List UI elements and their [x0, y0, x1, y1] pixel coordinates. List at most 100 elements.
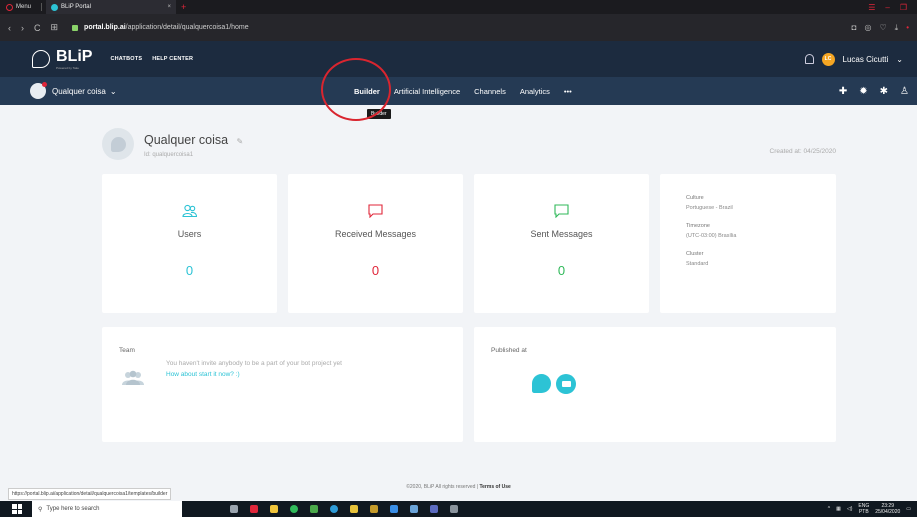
sent-messages-value: 0: [557, 263, 566, 278]
invite-team-link[interactable]: How about start it now? :): [166, 371, 240, 378]
spotify-icon[interactable]: [290, 505, 298, 513]
minimize-icon[interactable]: –: [885, 3, 889, 12]
received-messages-card: Received Messages 0: [288, 174, 463, 313]
tab-analytics[interactable]: Analytics: [520, 87, 550, 96]
game-icon[interactable]: [370, 505, 378, 513]
tab-blip-portal[interactable]: BLiP Portal ×: [46, 0, 177, 14]
browser-status-url: https://portal.blip.ai/application/detai…: [8, 488, 172, 500]
window-controls: ☰ – ❐: [868, 3, 917, 12]
cluster-label: Cluster: [686, 251, 704, 257]
gear-icon[interactable]: ✹: [859, 86, 867, 97]
windows-taskbar: ⚲ Type here to search ^ ▦ ◁) ENG PTB 23:2…: [0, 501, 917, 517]
browser-tab-bar: Menu BLiP Portal × + ☰ – ❐: [0, 0, 917, 14]
reload-icon[interactable]: C: [34, 23, 41, 33]
vscode-icon[interactable]: [390, 505, 398, 513]
notification-dot-icon: •: [906, 22, 909, 32]
volume-icon[interactable]: ◁): [847, 506, 853, 512]
blip-favicon-icon: [51, 3, 59, 11]
app-icon[interactable]: [350, 505, 358, 513]
logo-text: BLiP: [56, 48, 93, 65]
easy-setup-icon[interactable]: ☰: [868, 3, 875, 12]
tray-chevron-icon[interactable]: ^: [828, 506, 830, 512]
header-user-area: LC Lucas Cicutti ⌄: [804, 52, 903, 66]
secure-lock-icon: [72, 24, 79, 31]
more-menu-icon[interactable]: •••: [564, 87, 572, 96]
system-tray: ^ ▦ ◁) ENG PTB 23:29 25/04/2020 ▭: [828, 503, 911, 515]
chevron-down-icon[interactable]: ⌄: [896, 55, 903, 64]
team-empty-message: You haven't invite anybody to be a part …: [166, 360, 342, 367]
tab-close-icon[interactable]: ×: [168, 4, 172, 10]
task-view-icon[interactable]: [230, 505, 238, 513]
envelope-icon: [561, 381, 571, 387]
browser-menu-button[interactable]: Menu: [0, 0, 37, 14]
photos-icon[interactable]: [410, 505, 418, 513]
help-center-link[interactable]: HELP CENTER: [152, 56, 193, 62]
address-bar-tools: ◘ ◎ ♡ ⤓ •: [852, 23, 909, 33]
sent-messages-label: Sent Messages: [530, 229, 593, 239]
terms-of-use-link[interactable]: Terms of Use: [479, 484, 510, 490]
teams-icon[interactable]: [430, 505, 438, 513]
bot-navigation: Qualquer coisa ⌄ Builder Artificial Inte…: [0, 77, 917, 105]
snapshot-icon[interactable]: ◘: [852, 23, 857, 33]
chatbots-link[interactable]: CHATBOTS: [110, 56, 142, 62]
file-explorer-icon[interactable]: [270, 505, 278, 513]
team-icon[interactable]: ✱: [880, 86, 888, 97]
tab-artificial-intelligence[interactable]: Artificial Intelligence: [394, 87, 460, 96]
user-icon[interactable]: ♙: [900, 86, 909, 97]
users-value: 0: [185, 263, 194, 278]
windows-start-icon[interactable]: [12, 504, 22, 514]
timezone-value: (UTC-03:00) Brasília: [686, 233, 737, 239]
edit-pencil-icon[interactable]: ✎: [237, 137, 244, 146]
tab-channels[interactable]: Channels: [474, 87, 506, 96]
telegram-icon[interactable]: [330, 505, 338, 513]
header-links: CHATBOTS HELP CENTER: [110, 56, 193, 62]
blip-chat-channel-icon[interactable]: [532, 374, 551, 393]
puzzle-icon[interactable]: ✚: [839, 86, 847, 97]
sent-message-icon: [554, 204, 569, 219]
search-icon: ⚲: [38, 506, 43, 513]
bot-large-avatar: [102, 128, 134, 160]
logo-subtitle: Powered by Take: [56, 66, 79, 70]
published-title: Published at: [491, 347, 527, 354]
bot-selector[interactable]: Qualquer coisa: [52, 87, 106, 96]
blip-logo-icon: [32, 50, 50, 68]
user-name[interactable]: Lucas Cicutti: [843, 55, 889, 64]
email-channel-icon[interactable]: [556, 374, 576, 394]
maximize-icon[interactable]: ❐: [900, 3, 907, 12]
bot-tools: ✚ ✹ ✱ ♙: [839, 77, 909, 105]
taskbar-search[interactable]: ⚲ Type here to search: [32, 501, 182, 517]
cluster-value: Standard: [686, 261, 709, 267]
user-avatar[interactable]: LC: [821, 52, 835, 66]
bot-avatar[interactable]: [30, 82, 47, 99]
sent-messages-card: Sent Messages 0: [474, 174, 649, 313]
browser-menu-label: Menu: [16, 4, 32, 10]
browser-address-bar: ‹ › C ⊞ portal.blip.ai/application/detai…: [0, 14, 917, 41]
network-icon[interactable]: ▦: [836, 506, 841, 512]
heart-icon[interactable]: ♡: [879, 23, 886, 33]
download-icon[interactable]: ⤓: [895, 23, 899, 33]
language-indicator[interactable]: ENG PTB: [858, 503, 869, 515]
forward-icon[interactable]: ›: [21, 23, 24, 33]
created-date: Created at: 04/25/2020: [769, 148, 837, 155]
taskbar-apps: [230, 505, 458, 513]
footer-copyright: ©2020, BLiP All rights reserved |: [406, 484, 480, 490]
new-tab-icon[interactable]: +: [181, 2, 186, 12]
app2-icon[interactable]: [450, 505, 458, 513]
wallet-icon[interactable]: ◎: [864, 23, 871, 33]
chrome-icon[interactable]: [310, 505, 318, 513]
home-grid-icon[interactable]: ⊞: [51, 22, 59, 33]
opera-task-icon[interactable]: [250, 505, 258, 513]
bot-selector-chevron-icon[interactable]: ⌄: [110, 87, 117, 96]
notifications-icon[interactable]: ▭: [906, 506, 911, 512]
blip-logo[interactable]: BLiP Powered by Take: [32, 48, 92, 70]
clock[interactable]: 23:29 25/04/2020: [875, 503, 900, 515]
bot-title-block: Qualquer coisa ✎ Id: qualquercoisa1: [144, 131, 243, 158]
team-title: Team: [119, 347, 135, 354]
back-icon[interactable]: ‹: [8, 23, 11, 33]
users-label: Users: [177, 229, 202, 239]
bell-icon[interactable]: [804, 54, 814, 64]
bot-info-card: Culture Portuguese - Brazil Timezone (UT…: [660, 174, 836, 313]
users-card: Users 0: [102, 174, 277, 313]
url-field[interactable]: portal.blip.ai/application/detail/qualqu…: [84, 24, 249, 31]
team-card: Team You haven't invite anybody to be a …: [102, 327, 463, 442]
